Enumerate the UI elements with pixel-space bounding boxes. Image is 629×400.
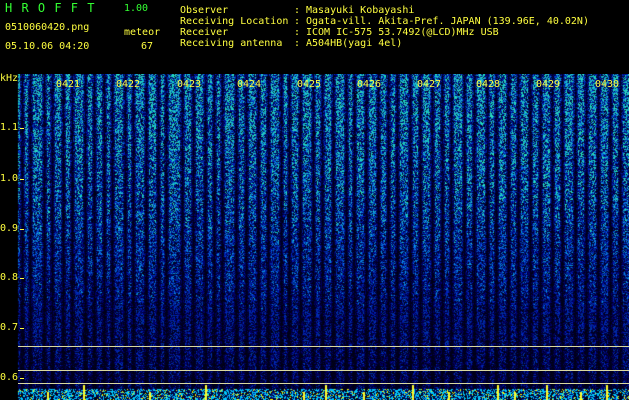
reference-line	[18, 383, 629, 384]
waterfall-display: kHz 1.1 1.0 0.9 0.8 0.7 0.6 0421 0422 04…	[0, 74, 629, 400]
header-panel: H R O F F T 1.00 0510060420.png meteor 0…	[0, 0, 629, 74]
y-tick-label: 0.9	[0, 223, 25, 234]
location-sep: :	[294, 16, 301, 27]
antenna-sep: :	[294, 38, 301, 49]
reference-line	[18, 346, 629, 347]
receiver-sep: :	[294, 27, 301, 38]
location-label: Receiving Location	[180, 16, 289, 27]
y-tick-label: 0.8	[0, 272, 25, 283]
observer-label: Observer	[180, 5, 229, 16]
y-tick-label: 1.0	[0, 173, 25, 184]
x-tick-label: 0429	[536, 79, 561, 90]
meteor-count: 67	[141, 41, 154, 52]
x-tick-label: 0422	[116, 79, 141, 90]
x-tick-label: 0421	[56, 79, 81, 90]
meteor-label: meteor	[124, 27, 161, 38]
x-tick-label: 0423	[177, 79, 202, 90]
antenna-label: Receiving antenna	[180, 38, 283, 49]
antenna-value: A504HB(yagi 4el)	[306, 38, 403, 49]
reference-line	[18, 370, 629, 371]
location-value: Ogata-vill. Akita-Pref. JAPAN (139.96E, …	[306, 16, 589, 27]
observer-sep: :	[294, 5, 301, 16]
x-tick-label: 0428	[476, 79, 501, 90]
x-tick-label: 0426	[357, 79, 382, 90]
app-version: 1.00	[124, 3, 149, 14]
y-tick-label: 0.6	[0, 372, 25, 383]
x-tick-label: 0430	[595, 79, 620, 90]
y-axis-unit: kHz	[0, 73, 19, 84]
y-tick-label: 1.1	[0, 122, 25, 133]
timestamp: 05.10.06 04:20	[5, 41, 90, 52]
receiver-value: ICOM IC-575 53.7492(@LCD)MHz USB	[306, 27, 499, 38]
x-tick-label: 0427	[417, 79, 442, 90]
y-tick-label: 0.7	[0, 322, 25, 333]
app-title: H R O F F T	[5, 1, 96, 15]
receiver-label: Receiver	[180, 27, 229, 38]
observer-value: Masayuki Kobayashi	[306, 5, 415, 16]
x-tick-label: 0424	[237, 79, 262, 90]
x-tick-label: 0425	[297, 79, 322, 90]
file-name: 0510060420.png	[5, 22, 90, 33]
spectrogram-canvas	[0, 74, 629, 400]
